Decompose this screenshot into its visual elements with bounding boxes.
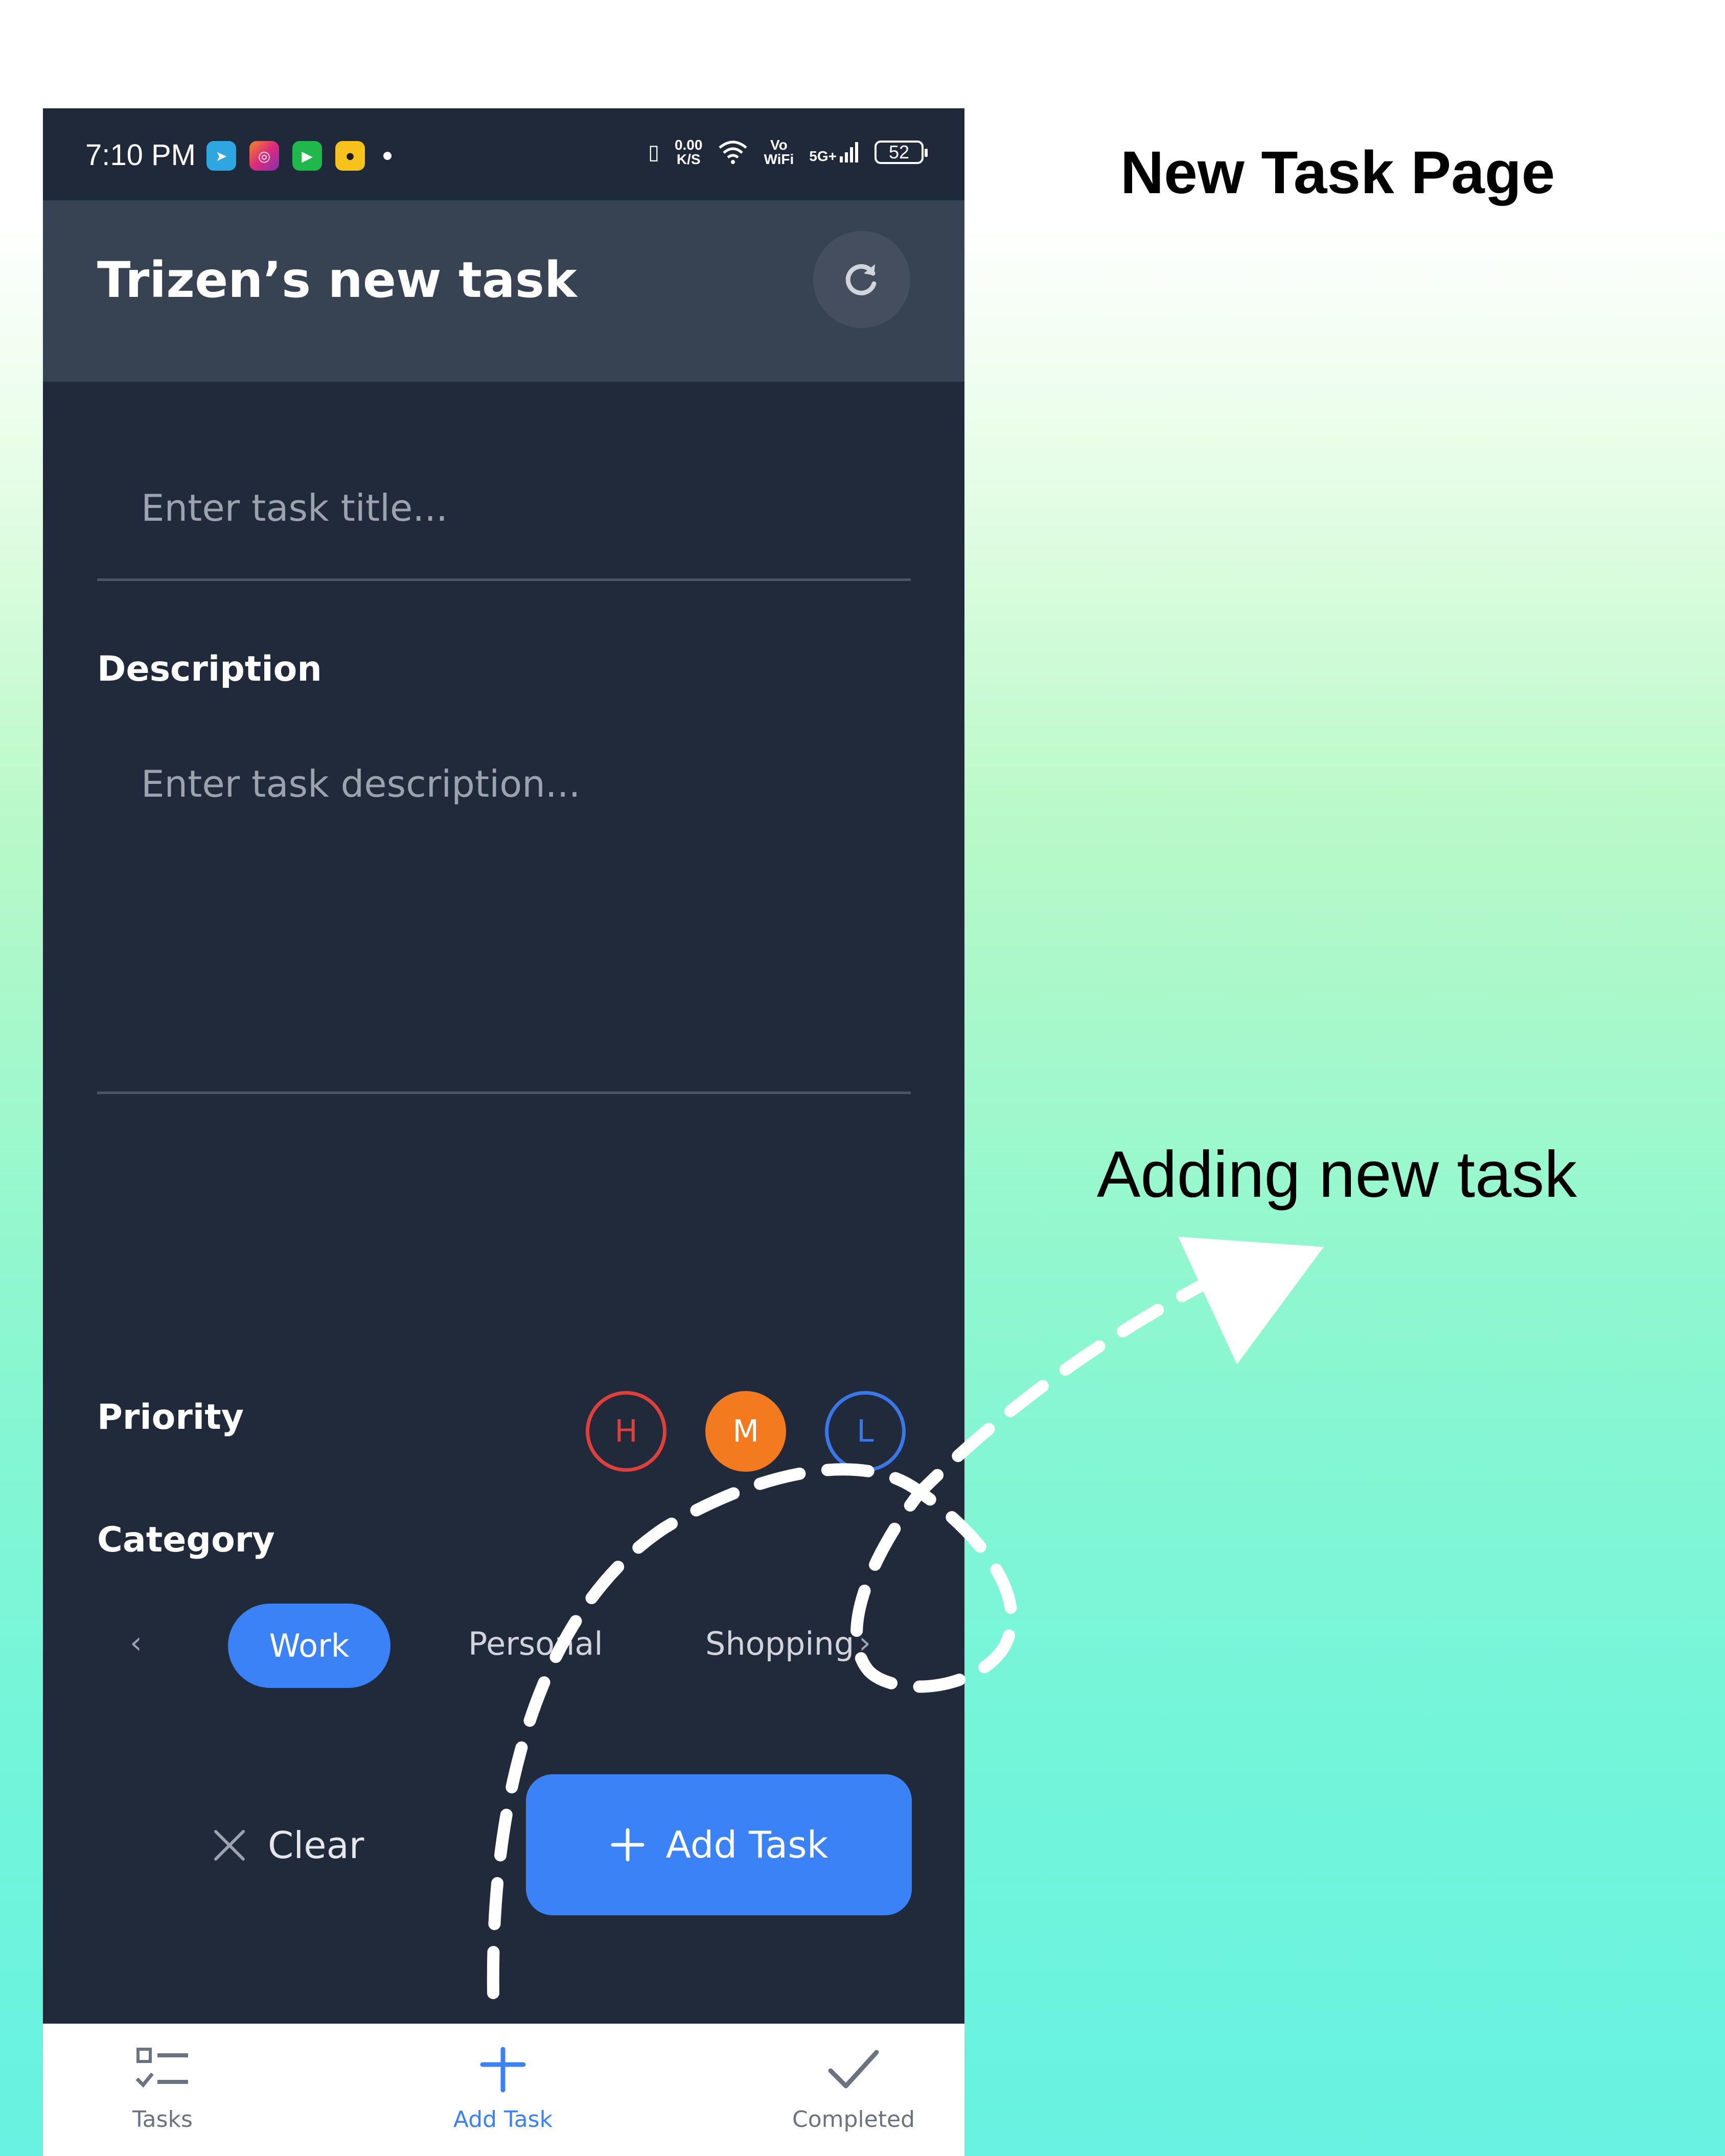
network-speed: 0.00 K/S bbox=[674, 137, 703, 167]
phone-screen: 7:10 PM ➤ ◎ ▶ ● ▯ 0.00 K/S Vo WiFi 5G+ 5… bbox=[43, 108, 964, 2156]
priority-medium-button[interactable]: M bbox=[705, 1391, 786, 1472]
page-title: Trizen’s new task bbox=[97, 251, 577, 309]
plus-icon bbox=[480, 2047, 526, 2093]
category-chip-work[interactable]: Work bbox=[228, 1604, 390, 1688]
clear-label: Clear bbox=[268, 1824, 364, 1867]
bottom-navigation: Tasks Add Task Completed bbox=[43, 2024, 964, 2156]
description-label: Description bbox=[97, 649, 322, 689]
annotation-note: Adding new task bbox=[1097, 1138, 1577, 1211]
add-task-button[interactable]: Add Task bbox=[526, 1774, 912, 1915]
signal-icon bbox=[840, 142, 858, 163]
nav-tasks[interactable]: Tasks bbox=[86, 2044, 239, 2132]
checkmark-icon bbox=[828, 2050, 879, 2089]
add-task-label: Add Task bbox=[665, 1823, 829, 1866]
priority-label: Priority bbox=[97, 1397, 244, 1438]
nav-tasks-label: Tasks bbox=[132, 2106, 193, 2132]
clear-button[interactable]: Clear bbox=[212, 1824, 364, 1867]
task-title-input[interactable]: Enter task title... bbox=[141, 486, 448, 529]
notification-icons: ➤ ◎ ▶ ● bbox=[206, 141, 392, 171]
instagram-icon: ◎ bbox=[249, 141, 279, 171]
task-description-input[interactable]: Enter task description... bbox=[141, 762, 898, 1038]
nav-add-task-label: Add Task bbox=[453, 2106, 553, 2132]
status-bar: 7:10 PM ➤ ◎ ▶ ● ▯ 0.00 K/S Vo WiFi 5G+ 5… bbox=[43, 108, 964, 200]
app-header: Trizen’s new task bbox=[43, 200, 964, 382]
category-chip-shopping[interactable]: Shopping bbox=[705, 1625, 854, 1662]
nav-completed-label: Completed bbox=[792, 2106, 915, 2132]
more-notifications-dot bbox=[383, 152, 392, 160]
task-list-icon bbox=[135, 2048, 188, 2088]
refresh-icon bbox=[845, 264, 877, 295]
signal-indicator: 5G+ bbox=[809, 141, 859, 164]
title-underline bbox=[97, 578, 911, 581]
priority-low-button[interactable]: L bbox=[825, 1391, 906, 1472]
nav-completed[interactable]: Completed bbox=[777, 2044, 930, 2132]
annotation-title: New Task Page bbox=[1120, 139, 1555, 206]
status-indicators: ▯ 0.00 K/S Vo WiFi 5G+ 52 bbox=[648, 137, 928, 167]
category-prev-icon[interactable]: ‹ bbox=[130, 1625, 142, 1661]
status-time: 7:10 PM bbox=[85, 138, 196, 172]
vowifi-indicator: Vo WiFi bbox=[764, 137, 794, 167]
refresh-button[interactable] bbox=[813, 231, 910, 328]
rapido-icon: ● bbox=[335, 141, 365, 171]
close-icon bbox=[214, 1830, 245, 1861]
description-underline bbox=[97, 1092, 911, 1094]
plus-icon bbox=[611, 1828, 645, 1862]
battery-indicator: 52 bbox=[875, 141, 928, 164]
category-next-icon[interactable]: › bbox=[859, 1625, 871, 1661]
category-label: Category bbox=[97, 1520, 275, 1560]
vibrate-icon: ▯ bbox=[648, 141, 659, 164]
nav-add-task[interactable]: Add Task bbox=[426, 2044, 580, 2132]
category-chip-personal[interactable]: Personal bbox=[468, 1625, 603, 1662]
telegram-icon: ➤ bbox=[206, 141, 236, 171]
video-app-icon: ▶ bbox=[292, 141, 322, 171]
arrow-head-icon bbox=[1178, 1237, 1324, 1364]
wifi-icon bbox=[719, 141, 748, 164]
priority-high-button[interactable]: H bbox=[586, 1391, 666, 1472]
